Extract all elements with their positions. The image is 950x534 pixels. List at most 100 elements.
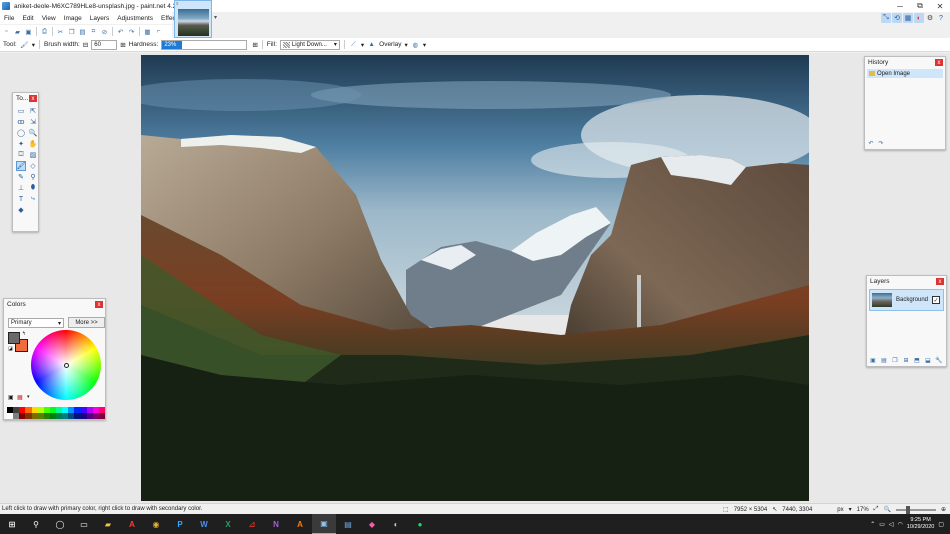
tray-chevron-icon[interactable]: ⌃ [870, 521, 875, 528]
history-item[interactable]: Open Image [867, 69, 943, 78]
duplicate-layer-icon[interactable]: ❐ [891, 356, 899, 364]
antialiasing-icon[interactable]: ⟋ [349, 40, 358, 49]
lasso-select-icon[interactable]: ꝏ [16, 117, 26, 127]
deselect-icon[interactable]: ⊘ [100, 27, 109, 36]
menu-image[interactable]: Image [60, 15, 86, 22]
new-file-icon[interactable]: ▫ [2, 27, 11, 36]
hardness-slider[interactable]: 23% [161, 39, 248, 50]
more-colors-button[interactable]: More >> [68, 317, 105, 328]
paintbrush-tool-icon[interactable]: 🖌 [20, 40, 29, 49]
excel-icon[interactable]: X [216, 514, 240, 534]
notepad-icon[interactable]: ▤ [336, 514, 360, 534]
tab-list-arrow-icon[interactable]: ▾ [214, 14, 217, 21]
word-icon[interactable]: W [192, 514, 216, 534]
dropdown-arrow-icon[interactable]: ▾ [361, 41, 364, 49]
blend-mode-icon[interactable]: ▲ [367, 40, 376, 49]
ruler-icon[interactable]: ⌐ [154, 27, 163, 36]
eraser-icon[interactable]: ◇ [28, 161, 38, 171]
magic-wand-icon[interactable]: ✦ [16, 139, 26, 149]
cut-icon[interactable]: ✂ [56, 27, 65, 36]
add-layer-icon[interactable]: ▣ [869, 356, 877, 364]
dropdown-arrow-icon[interactable]: ▾ [32, 41, 35, 49]
alpha-blending-icon[interactable]: ◍ [411, 40, 420, 49]
paste-icon[interactable]: ▤ [78, 27, 87, 36]
canvas-workspace[interactable] [0, 53, 950, 503]
layers-window-toggle-icon[interactable]: ▦ [903, 13, 913, 23]
undo-icon[interactable]: ↶ [867, 139, 875, 147]
color-target-select[interactable]: Primary ▾ [8, 318, 64, 328]
pan-hand-icon[interactable]: ✋ [28, 139, 38, 149]
move-layer-up-icon[interactable]: ⬒ [913, 356, 921, 364]
primary-color-swatch[interactable] [8, 332, 20, 344]
minimize-button[interactable]: ─ [890, 0, 910, 12]
ellipse-select-icon[interactable]: ◯ [16, 128, 26, 138]
settings-gear-icon[interactable]: ⚙ [925, 13, 935, 23]
task-view-icon[interactable]: ▭ [72, 514, 96, 534]
rectangle-select-icon[interactable]: ▭ [16, 106, 26, 116]
gradient-icon[interactable]: ▨ [28, 150, 38, 160]
move-selection-icon[interactable]: ⇱ [28, 106, 38, 116]
photoshop-icon[interactable]: P [168, 514, 192, 534]
merge-layer-down-icon[interactable]: ⊞ [902, 356, 910, 364]
windows-start-icon[interactable]: ⊞ [0, 514, 24, 534]
layers-close-button[interactable]: x [936, 278, 944, 285]
menu-edit[interactable]: Edit [18, 15, 37, 22]
hardness-step-icon[interactable]: ⊞ [252, 41, 257, 49]
colors-window-toggle-icon[interactable]: ◐ [914, 13, 924, 23]
acrobat-icon[interactable]: ⊿ [240, 514, 264, 534]
menu-adjustments[interactable]: Adjustments [113, 15, 157, 22]
reset-colors-icon[interactable]: ◪ [8, 346, 13, 352]
notifications-icon[interactable]: ▢ [938, 521, 944, 528]
color-wheel-cursor[interactable] [64, 363, 69, 368]
line-curve-icon[interactable]: ⤷ [28, 194, 38, 204]
dropdown-arrow-icon[interactable]: ▾ [27, 394, 30, 400]
recolor-icon[interactable]: ⬮ [28, 183, 38, 193]
grid-icon[interactable]: ▦ [143, 27, 152, 36]
dropdown-arrow-icon[interactable]: ▾ [423, 41, 426, 49]
fill-pattern-select[interactable]: Light Down... ▾ [279, 39, 340, 50]
cortana-icon[interactable]: ◯ [48, 514, 72, 534]
wifi-icon[interactable]: ◠ [898, 521, 903, 528]
save-icon[interactable]: ▣ [24, 27, 33, 36]
photos-icon[interactable]: ◆ [360, 514, 384, 534]
zoom-to-window-icon[interactable]: ⤢ [874, 506, 879, 513]
redo-icon[interactable]: ↷ [877, 139, 885, 147]
color-palette[interactable] [7, 407, 105, 419]
illustrator-icon[interactable]: A [288, 514, 312, 534]
history-close-button[interactable]: x [935, 59, 943, 66]
menu-view[interactable]: View [38, 15, 60, 22]
copy-icon[interactable]: ❐ [67, 27, 76, 36]
zoom-icon[interactable]: 🔍 [28, 128, 38, 138]
undo-icon[interactable]: ↶ [116, 27, 125, 36]
image-canvas[interactable] [141, 55, 809, 501]
close-button[interactable]: ✕ [930, 0, 950, 12]
swap-colors-icon[interactable]: ↰ [22, 331, 26, 337]
palette-menu-icon[interactable]: ▦ [17, 394, 23, 401]
move-selected-pixels-icon[interactable]: ⇲ [28, 117, 38, 127]
dropdown-arrow-icon[interactable]: ▾ [405, 41, 408, 49]
move-layer-down-icon[interactable]: ⬓ [924, 356, 932, 364]
history-window-toggle-icon[interactable]: ⟲ [892, 13, 902, 23]
colors-close-button[interactable]: x [95, 301, 103, 308]
help-icon[interactable]: ? [936, 13, 946, 23]
text-icon[interactable]: T [16, 194, 26, 204]
maximize-button[interactable]: ⧉ [910, 0, 930, 12]
paint-bucket-icon[interactable]: ⛋ [16, 150, 26, 160]
layer-row[interactable]: Background ✓ [869, 289, 944, 311]
paintbrush-icon[interactable]: 🖌 [16, 161, 26, 171]
tools-close-button[interactable]: x [29, 95, 37, 102]
spotify-icon[interactable]: ● [408, 514, 432, 534]
menu-layers[interactable]: Layers [86, 15, 114, 22]
zoom-value[interactable]: 17% [857, 507, 869, 513]
layer-properties-icon[interactable]: 🔧 [935, 356, 943, 364]
pencil-icon[interactable]: ✎ [16, 172, 26, 182]
print-icon[interactable]: ⎙ [40, 27, 49, 36]
tools-window-toggle-icon[interactable]: ⤡ [881, 13, 891, 23]
image-tab[interactable]: x [174, 0, 212, 38]
brush-width-input[interactable]: 60 [91, 39, 118, 50]
menu-file[interactable]: File [0, 15, 18, 22]
crop-icon[interactable]: ⌗ [89, 27, 98, 36]
adobe-icon[interactable]: A [120, 514, 144, 534]
color-picker-icon[interactable]: ⚲ [28, 172, 38, 182]
chrome-icon[interactable]: ◉ [144, 514, 168, 534]
